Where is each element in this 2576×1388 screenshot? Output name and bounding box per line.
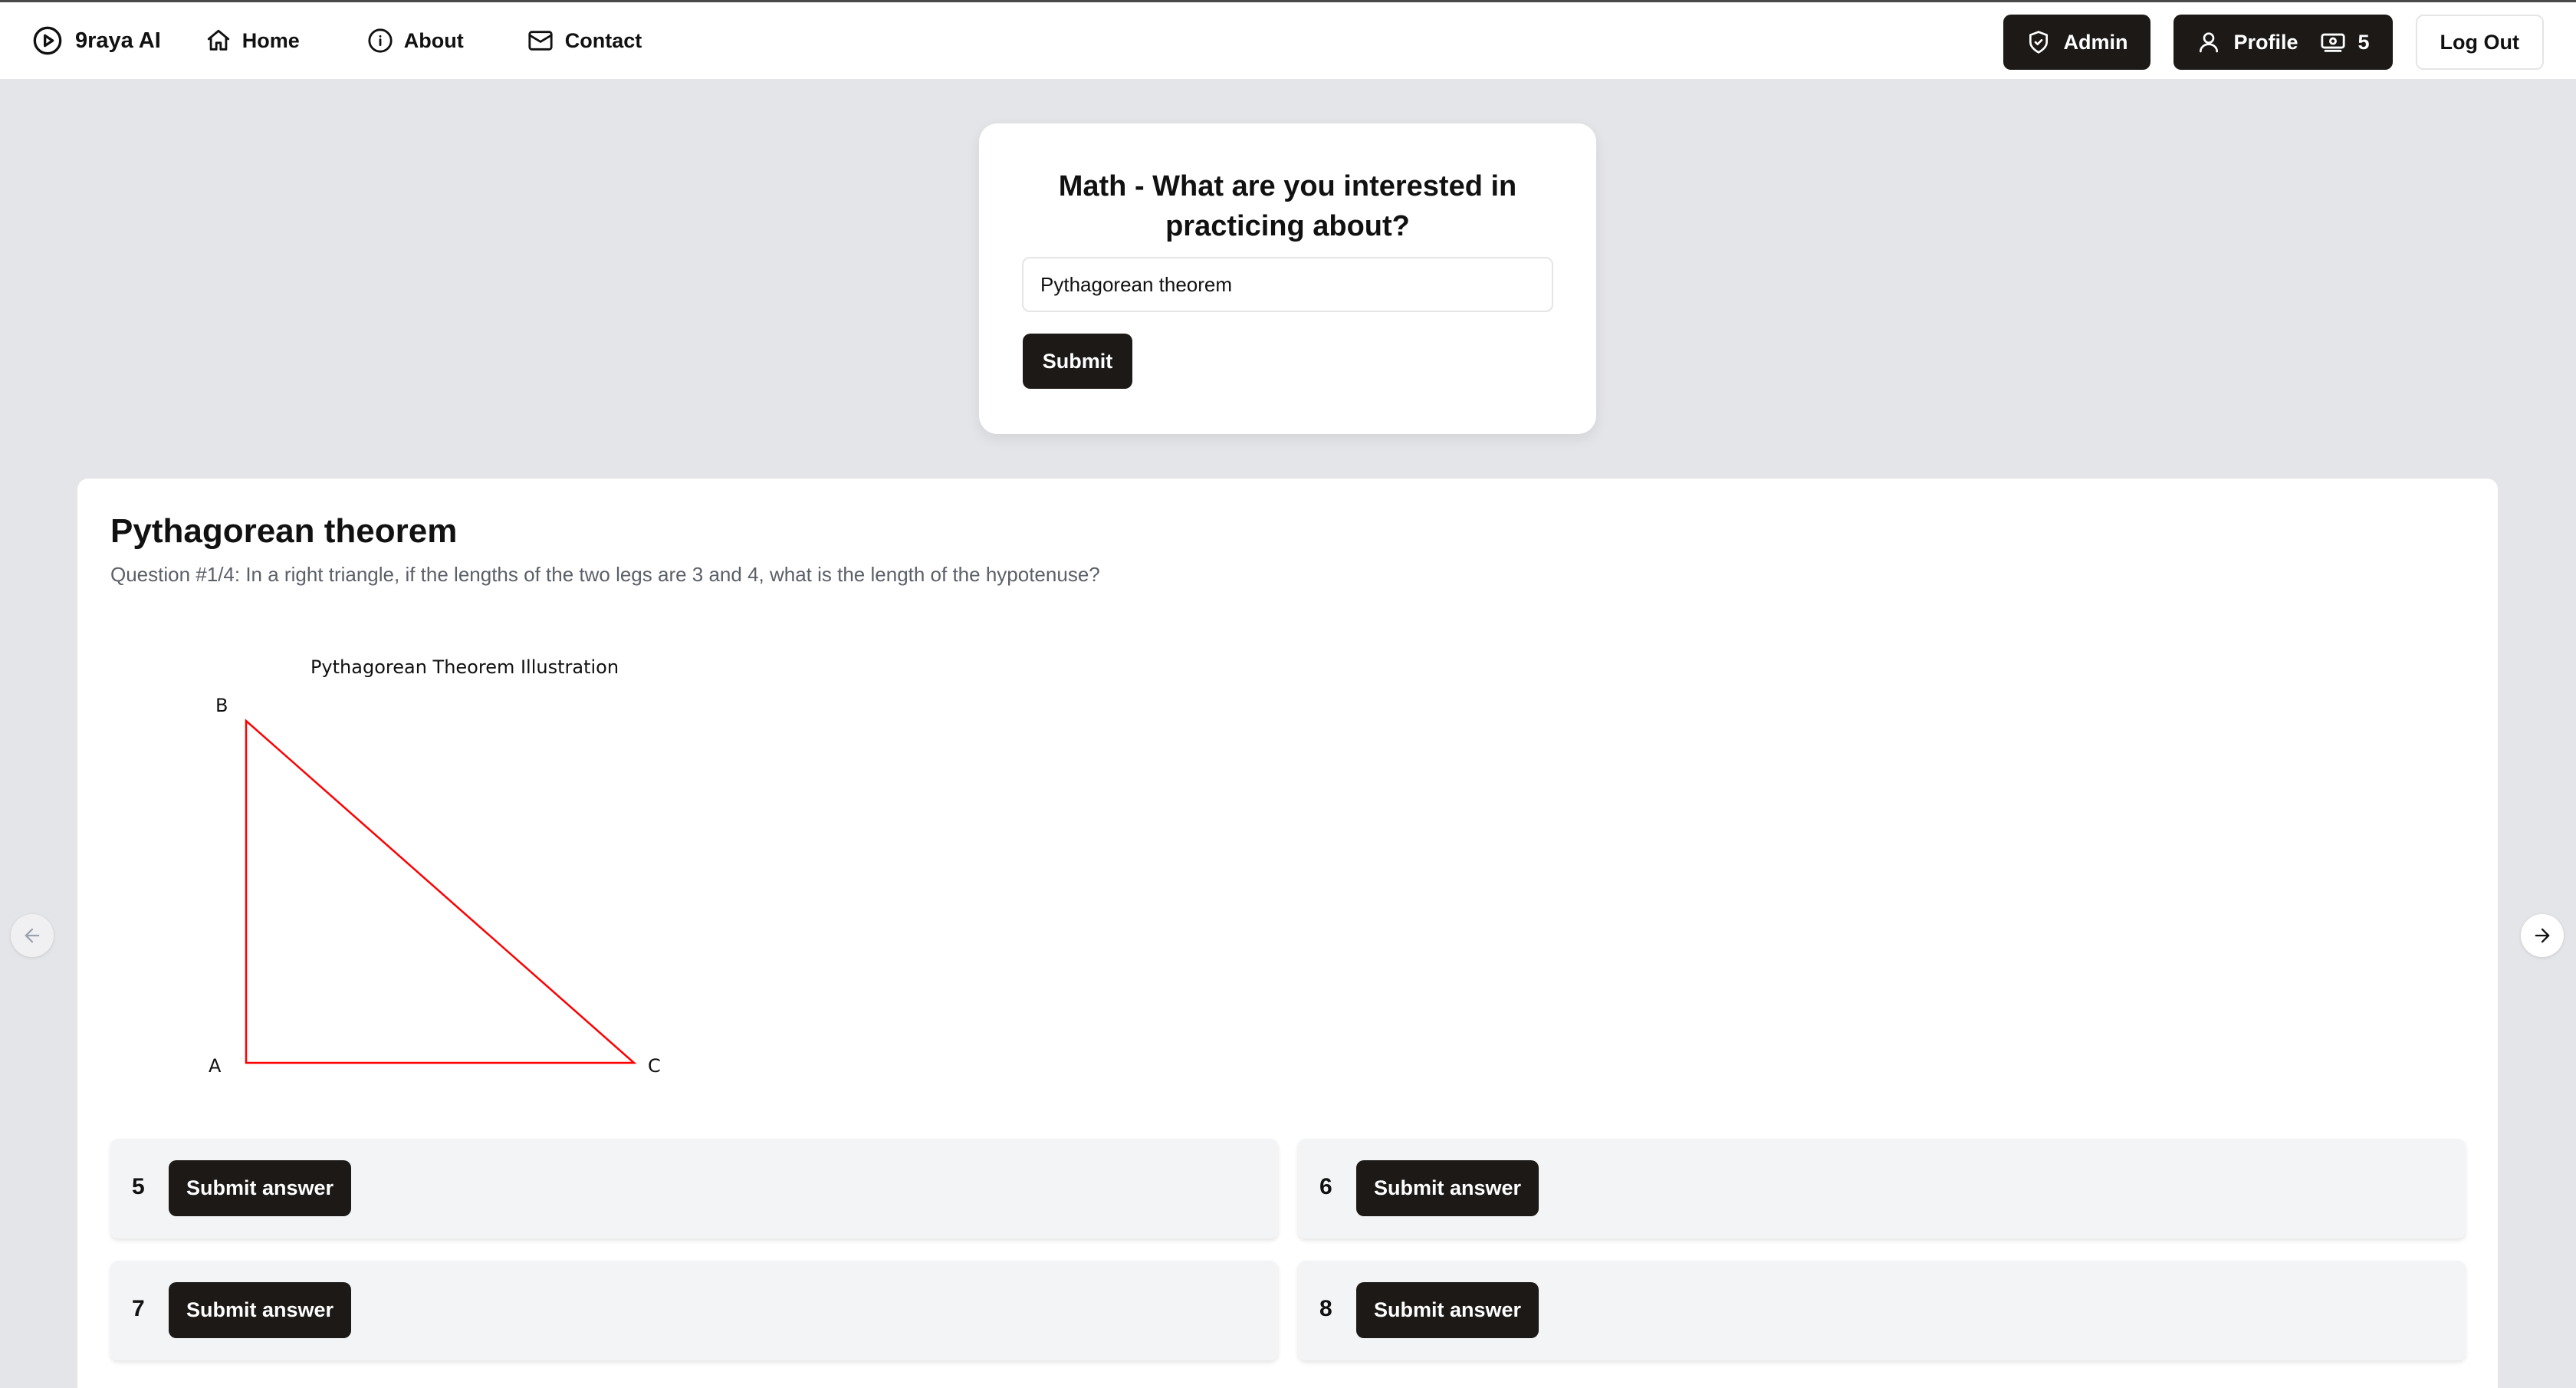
arrow-left-icon (21, 925, 43, 946)
topic-submit-button[interactable]: Submit (1023, 334, 1132, 389)
admin-button[interactable]: Admin (2003, 15, 2151, 70)
topic-card: Math - What are you interested in practi… (979, 123, 1596, 434)
previous-question-button[interactable] (11, 914, 54, 957)
credits-indicator: 5 (2320, 31, 2370, 54)
question-panel: Pythagorean theorem Question #1/4: In a … (77, 479, 2498, 1388)
answer-option: 7 Submit answer (110, 1261, 1278, 1360)
logout-label: Log Out (2440, 30, 2519, 54)
triangle-figure: Pythagorean Theorem Illustration B A C (209, 656, 661, 1077)
nav-contact-label: Contact (564, 28, 642, 52)
profile-label: Profile (2233, 30, 2298, 54)
brand-link[interactable]: 9raya AI (32, 25, 161, 56)
nav-about-label: About (403, 28, 464, 52)
figure-title: Pythagorean Theorem Illustration (310, 656, 619, 678)
play-circle-icon (32, 25, 63, 56)
nav-home[interactable]: Home (205, 28, 300, 54)
nav-about[interactable]: About (367, 28, 464, 54)
logout-button[interactable]: Log Out (2415, 15, 2544, 70)
next-question-button[interactable] (2521, 914, 2564, 957)
submit-answer-button[interactable]: Submit answer (169, 1160, 351, 1216)
answer-option: 6 Submit answer (1298, 1139, 2466, 1238)
vertex-label-c: C (648, 1055, 661, 1077)
vertex-label-a: A (209, 1055, 222, 1077)
profile-button[interactable]: Profile 5 (2174, 15, 2393, 70)
submit-answer-button[interactable]: Submit answer (1356, 1282, 1539, 1338)
arrow-right-icon (2532, 925, 2553, 946)
banknote-icon (2320, 31, 2346, 54)
brand-name: 9raya AI (75, 28, 161, 53)
topic-input[interactable] (1022, 257, 1553, 312)
answer-value: 8 (1319, 1296, 1332, 1321)
info-icon (367, 28, 393, 54)
top-navbar: 9raya AI Home About Contact Admin Profil… (0, 0, 2576, 79)
account-actions: Admin Profile 5 Log Out (2003, 15, 2544, 70)
nav-contact[interactable]: Contact (527, 28, 642, 54)
shield-icon (2026, 30, 2051, 54)
answer-option: 8 Submit answer (1298, 1261, 2466, 1360)
credits-count: 5 (2358, 30, 2370, 54)
nav-home-label: Home (242, 28, 300, 52)
admin-label: Admin (2063, 30, 2128, 54)
topic-prompt: Math - What are you interested in practi… (1058, 170, 1517, 242)
answer-value: 5 (132, 1174, 145, 1199)
submit-answer-button[interactable]: Submit answer (1356, 1160, 1539, 1216)
vertex-label-b: B (215, 695, 228, 716)
mail-icon (527, 28, 554, 54)
home-icon (205, 28, 232, 54)
right-triangle (245, 719, 637, 1064)
user-icon (2196, 30, 2221, 54)
answer-value: 7 (132, 1296, 145, 1321)
answer-option: 5 Submit answer (110, 1139, 1278, 1238)
answer-value: 6 (1319, 1174, 1332, 1199)
submit-answer-button[interactable]: Submit answer (169, 1282, 351, 1338)
